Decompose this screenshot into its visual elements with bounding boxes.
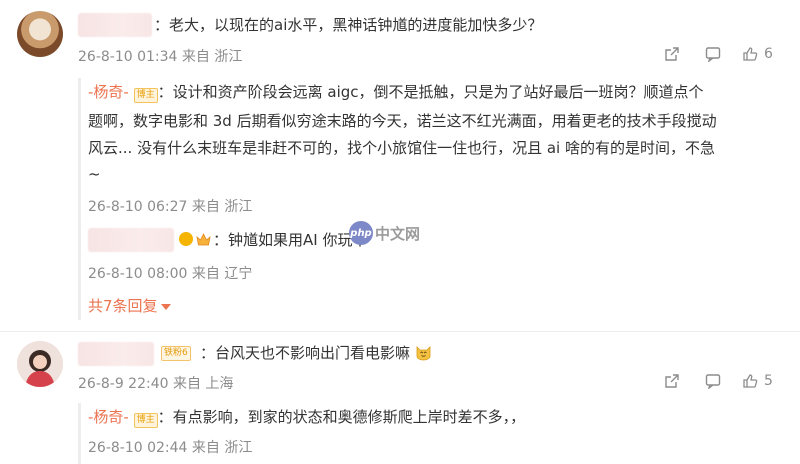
comment-text-content: ：台风天也不影响出门看电影嘛 xyxy=(200,344,411,362)
comment-meta: 26-8-10 01:34 来自 浙江 xyxy=(78,46,242,66)
thumbs-up-icon xyxy=(742,373,758,389)
comment-location: 来自 浙江 xyxy=(181,49,243,65)
reply-text-line: 题啊，数字电影和 3d 后期看似穷途末路的今天，诺兰这不红光满面，用着更老的技术… xyxy=(88,112,717,130)
reply-meta: 26-8-10 06:27 来自 浙江 xyxy=(88,196,252,216)
share-icon xyxy=(664,373,680,389)
reply-location: 来自 辽宁 xyxy=(191,266,253,282)
reply-thread-bar xyxy=(78,403,81,464)
username-blurred[interactable] xyxy=(78,342,154,366)
share-button[interactable] xyxy=(664,373,680,389)
watermark-php-badge: php xyxy=(349,221,373,245)
crown-icon xyxy=(196,232,211,246)
reply-author[interactable]: -杨奇- xyxy=(88,408,129,426)
reply-location: 来自 浙江 xyxy=(191,440,253,456)
watermark-logo: php 中文网 xyxy=(349,221,445,245)
verified-badge-icon xyxy=(179,232,193,246)
comment-meta: 26-8-9 22:40 来自 上海 xyxy=(78,373,233,393)
reply-time: 26-8-10 02:44 xyxy=(88,440,188,456)
reply-text-line: 风云... 没有什么末班车是非赶不可的，找个小旅馆住一住也行，况且 ai 啥的有… xyxy=(88,139,715,157)
share-button[interactable] xyxy=(664,46,680,62)
reply-text-line: ~ xyxy=(88,165,101,183)
avatar[interactable] xyxy=(17,11,63,57)
author-badge: 博主 xyxy=(133,88,158,103)
more-replies-label: 共7条回复 xyxy=(88,297,158,315)
comment-time: 26-8-10 01:34 xyxy=(78,49,178,65)
share-icon xyxy=(664,46,680,62)
thumbs-up-icon xyxy=(742,46,758,62)
reply-meta: 26-8-10 08:00 来自 辽宁 xyxy=(88,263,252,283)
reply-time: 26-8-10 06:27 xyxy=(88,199,188,215)
caret-down-icon xyxy=(160,293,171,319)
like-count: 5 xyxy=(764,373,773,389)
comment-text: ：老大，以现在的ai水平，黑神话钟馗的进度能加快多少？ xyxy=(154,16,543,34)
reply-item: -杨奇- 博主 ：设计和资产阶段会远离 aigc，倒不是抵触，只是为了站好最后一班… xyxy=(88,79,704,105)
comment-icon xyxy=(705,46,721,62)
reply-author[interactable]: -杨奇- xyxy=(88,83,129,101)
username-blurred[interactable] xyxy=(78,13,152,37)
comment-time: 26-8-9 22:40 xyxy=(78,376,169,392)
reply-thread-bar xyxy=(78,78,81,320)
comment-location: 来自 上海 xyxy=(172,376,234,392)
fan-badge: 铁粉6 xyxy=(161,346,191,361)
comment-icon xyxy=(705,373,721,389)
like-count: 6 xyxy=(764,46,773,62)
reply-location: 来自 浙江 xyxy=(191,199,253,215)
like-button[interactable]: 5 xyxy=(742,373,773,389)
reply-item: -杨奇- 博主 ：有点影响，到家的状态和奥德修斯爬上岸时差不多，， xyxy=(88,404,525,430)
reply-meta: 26-8-10 02:44 来自 浙江 xyxy=(88,437,252,457)
watermark-text: 中文网 xyxy=(375,224,421,243)
more-replies-link[interactable]: 共7条回复 xyxy=(88,293,171,319)
reply-time: 26-8-10 08:00 xyxy=(88,266,188,282)
comment-text: ：台风天也不影响出门看电影嘛 xyxy=(200,340,432,366)
comment-button[interactable] xyxy=(705,373,721,389)
author-badge: 博主 xyxy=(133,413,158,428)
comment-button[interactable] xyxy=(705,46,721,62)
reply-text: ：钟馗如果用AI 你玩不 xyxy=(213,231,368,249)
smiling-cat-emoji-icon xyxy=(415,343,432,361)
avatar[interactable] xyxy=(17,341,63,387)
like-button[interactable]: 6 xyxy=(742,46,773,62)
reply-text-line: ：设计和资产阶段会远离 aigc，倒不是抵触，只是为了站好最后一班岗？顺道点个 xyxy=(157,83,704,101)
divider xyxy=(0,331,800,332)
username-blurred[interactable] xyxy=(88,228,174,252)
reply-text: ：有点影响，到家的状态和奥德修斯爬上岸时差不多，， xyxy=(157,408,526,426)
